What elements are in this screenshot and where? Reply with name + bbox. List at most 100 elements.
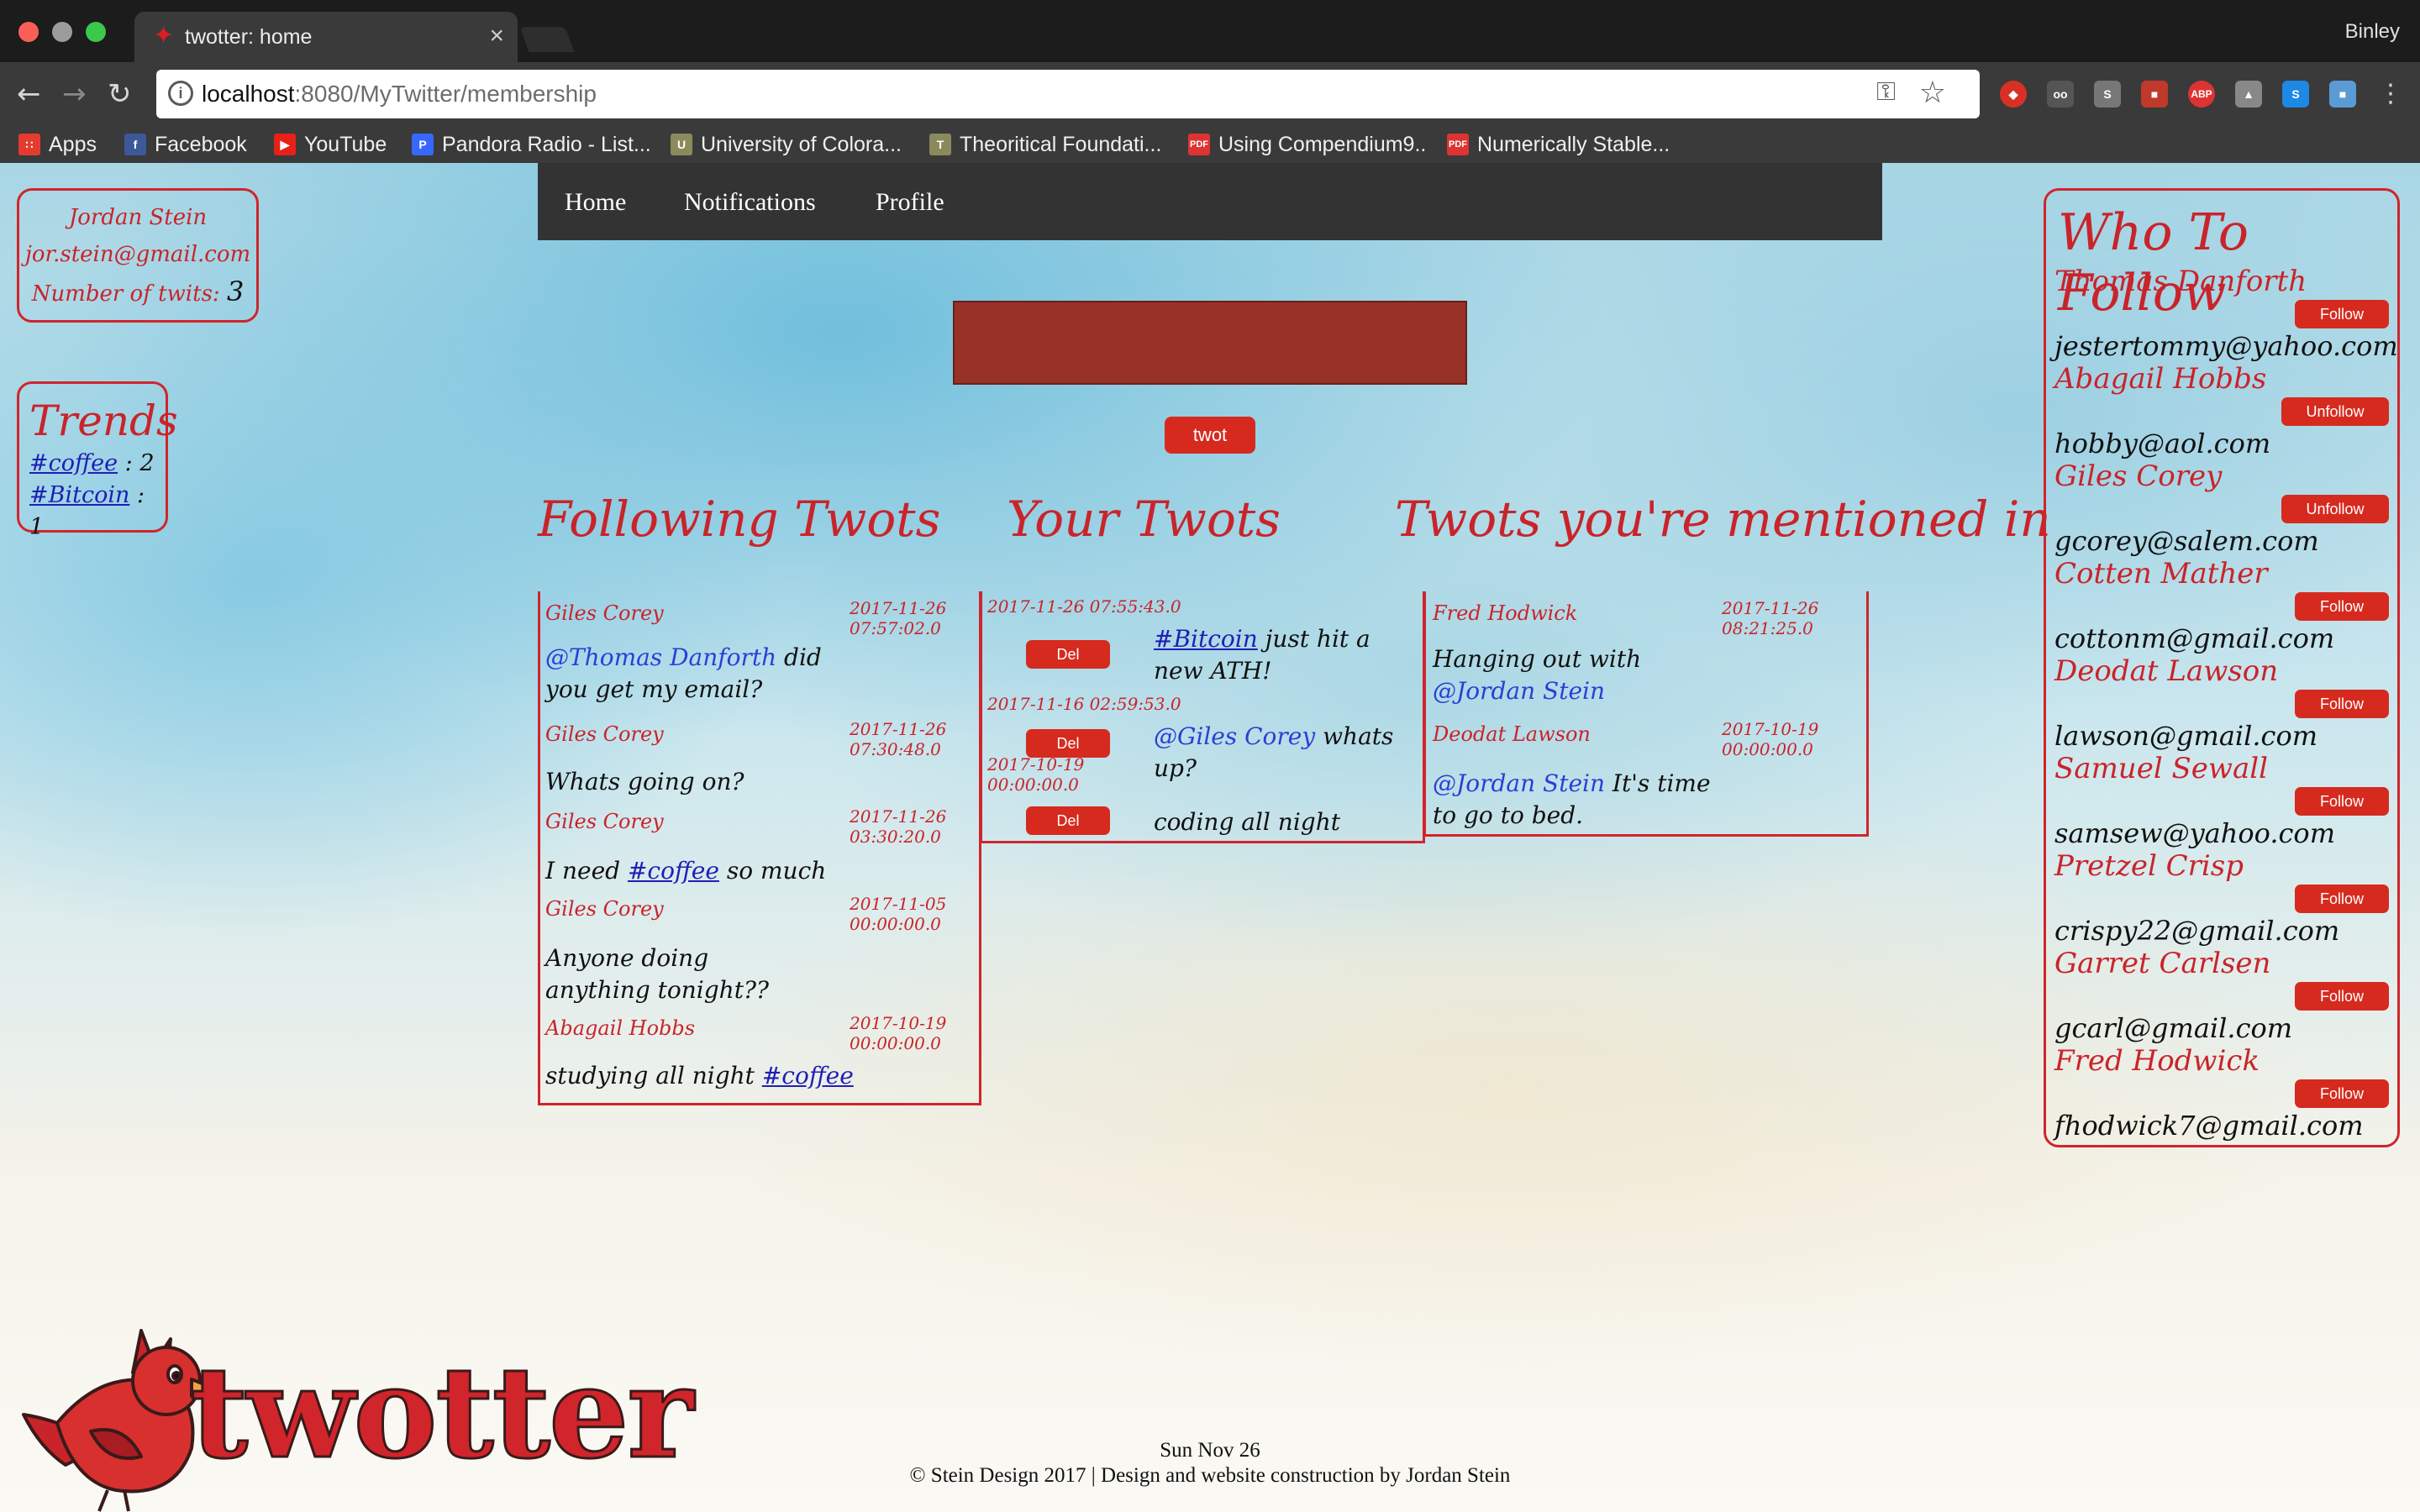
twot-hashtag-link[interactable]: #coffee <box>762 1062 854 1089</box>
twot-time: 00:00:00.0 <box>1722 739 1813 759</box>
browser-tab[interactable]: ✦ twotter: home × <box>134 12 518 64</box>
twot-time: 00:00:00.0 <box>850 1033 941 1053</box>
bookmark-apps[interactable]: ∷ Apps <box>18 131 97 158</box>
bookmark-pandora[interactable]: P Pandora Radio - List... <box>412 131 651 158</box>
twot-date: 2017-11-05 <box>850 894 947 914</box>
follow-button[interactable]: Follow <box>2295 300 2389 328</box>
twot-mention-link[interactable]: @Thomas Danforth <box>545 643 776 671</box>
minimize-window-button[interactable] <box>52 22 72 42</box>
suggested-user-email: lawson@gmail.com <box>2054 720 2318 752</box>
zoom-window-button[interactable] <box>86 22 106 42</box>
key-icon[interactable]: ⚿ <box>1876 78 1896 107</box>
twot-mention-link[interactable]: @Jordan Stein <box>1433 769 1605 797</box>
twot-mention-link[interactable]: @Jordan Stein <box>1433 677 1605 705</box>
twot-mention-link[interactable]: @Giles Corey <box>1154 722 1315 750</box>
profile-name: Jordan Stein <box>68 205 208 230</box>
bookmark-label: Theoritical Foundati... <box>960 132 1162 156</box>
twot-text: studying all night #coffee <box>545 1060 949 1092</box>
nav-home[interactable]: Home <box>565 188 626 217</box>
suggested-user-name[interactable]: Fred Hodwick <box>2054 1044 2260 1078</box>
twot-timestamp: 2017-10-19 00:00:00.0 <box>987 754 1084 795</box>
twot-date: 2017-10-19 <box>1722 719 1819 739</box>
twot-hashtag-link[interactable]: #Bitcoin <box>1154 625 1258 653</box>
bookmark-label: Pandora Radio - List... <box>442 132 651 156</box>
nav-notifications[interactable]: Notifications <box>684 188 816 217</box>
pandora-icon: P <box>412 134 434 155</box>
follow-button[interactable]: Follow <box>2295 885 2389 913</box>
delete-twot-button[interactable]: Del <box>1026 806 1110 835</box>
browser-profile-name[interactable]: Binley <box>2345 20 2400 44</box>
extension-s-icon[interactable]: S <box>2094 81 2121 108</box>
trend-hashtag-link[interactable]: #Bitcoin <box>29 482 129 508</box>
extension-cat-icon[interactable]: ▲ <box>2235 81 2262 108</box>
extension-car-icon[interactable]: ■ <box>2141 81 2168 108</box>
browser-menu-icon[interactable]: ⋮ <box>2378 77 2403 111</box>
address-url[interactable]: localhost:8080/MyTwitter/membership <box>202 81 597 108</box>
twot-submit-button[interactable]: twot <box>1165 417 1255 454</box>
twot-author[interactable]: Giles Corey <box>545 601 664 625</box>
bookmark-theoretical[interactable]: T Theoritical Foundati... <box>929 131 1161 158</box>
extension-glasses-icon[interactable]: oo <box>2047 81 2074 108</box>
twot-author[interactable]: Giles Corey <box>545 897 664 921</box>
mentioned-twots-feed: Fred Hodwick 2017-11-26 08:21:25.0 Hangin… <box>1423 591 1869 837</box>
twot-author[interactable]: Giles Corey <box>545 722 664 746</box>
bookmark-star-icon[interactable]: ☆ <box>1919 75 1946 110</box>
info-icon[interactable]: i <box>168 81 193 106</box>
bookmark-label: Facebook <box>155 132 247 156</box>
unfollow-button[interactable]: Unfollow <box>2281 495 2389 523</box>
close-window-button[interactable] <box>18 22 39 42</box>
twot-author[interactable]: Giles Corey <box>545 810 664 833</box>
nav-profile[interactable]: Profile <box>876 188 944 217</box>
footer-date: Sun Nov 26 <box>1160 1439 1260 1462</box>
follow-button[interactable]: Follow <box>2295 592 2389 621</box>
twot-author[interactable]: Fred Hodwick <box>1433 601 1577 625</box>
back-arrow-icon[interactable]: ← <box>17 77 41 111</box>
reload-icon[interactable]: ↻ <box>108 77 132 111</box>
suggested-user-name[interactable]: Giles Corey <box>2054 459 2222 493</box>
bookmark-university[interactable]: U University of Colora... <box>671 131 902 158</box>
trend-hashtag-link[interactable]: #coffee <box>29 450 118 476</box>
suggested-user-name[interactable]: Abagail Hobbs <box>2054 362 2266 396</box>
extension-shield-icon[interactable]: ◆ <box>2000 81 2027 108</box>
twot-textarea[interactable] <box>953 301 1467 385</box>
twot-author[interactable]: Abagail Hobbs <box>545 1016 695 1040</box>
new-tab-button[interactable] <box>519 27 575 52</box>
suggested-user-name[interactable]: Deodat Lawson <box>2054 654 2278 688</box>
twot-timestamp: 2017-11-26 03:30:20.0 <box>850 806 946 847</box>
extension-cube-icon[interactable]: ■ <box>2329 81 2356 108</box>
adblock-icon[interactable]: ABP <box>2188 81 2215 108</box>
suggested-user-email: hobby@aol.com <box>2054 428 2271 459</box>
trends-card: Trends #coffee : 2 #Bitcoin : 1 <box>17 381 178 540</box>
delete-twot-button[interactable]: Del <box>1026 640 1110 669</box>
delete-twot-button[interactable]: Del <box>1026 729 1110 758</box>
follow-button[interactable]: Follow <box>2295 982 2389 1011</box>
mentioned-twots-title: Twots you're mentioned in <box>1395 491 2051 548</box>
follow-button[interactable]: Follow <box>2295 690 2389 718</box>
suggested-user-name[interactable]: Thomas Danforth <box>2054 265 2307 298</box>
bookmark-facebook[interactable]: f Facebook <box>124 131 247 158</box>
bookmark-youtube[interactable]: ▶ YouTube <box>274 131 387 158</box>
suggested-user-email: fhodwick7@gmail.com <box>2054 1110 2364 1142</box>
suggested-user-name[interactable]: Pretzel Crisp <box>2054 849 2244 883</box>
who-to-follow-card: Who To Follow Thomas Danforth Follow jes… <box>2044 188 2400 1147</box>
twot-text: Whats going on? <box>545 768 744 795</box>
bookmark-compendium[interactable]: PDF Using Compendium9.. <box>1188 131 1426 158</box>
twot-timestamp: 2017-11-26 07:30:48.0 <box>850 719 946 759</box>
suggested-user-email: gcorey@salem.com <box>2054 525 2319 557</box>
suggested-user-name[interactable]: Garret Carlsen <box>2054 947 2270 980</box>
follow-button[interactable]: Follow <box>2295 1079 2389 1108</box>
suggested-user-name[interactable]: Samuel Sewall <box>2054 752 2268 785</box>
forward-arrow-icon[interactable]: → <box>62 77 87 111</box>
suggested-user-name[interactable]: Cotten Mather <box>2054 557 2268 591</box>
unfollow-button[interactable]: Unfollow <box>2281 397 2389 426</box>
suggested-user-email: jestertommy@yahoo.com <box>2054 330 2398 362</box>
close-tab-icon[interactable]: × <box>489 22 504 50</box>
twot-date: 2017-11-26 <box>850 806 947 827</box>
follow-button[interactable]: Follow <box>2295 787 2389 816</box>
suggested-user-email: crispy22@gmail.com <box>2054 915 2340 947</box>
bookmark-numerically-stable[interactable]: PDF Numerically Stable... <box>1447 131 1670 158</box>
twot-author[interactable]: Deodat Lawson <box>1433 722 1591 746</box>
twot-hashtag-link[interactable]: #coffee <box>628 857 719 885</box>
address-bar[interactable]: i localhost:8080/MyTwitter/membership ⚿ … <box>156 70 1980 118</box>
extension-blue-s-icon[interactable]: S <box>2282 81 2309 108</box>
